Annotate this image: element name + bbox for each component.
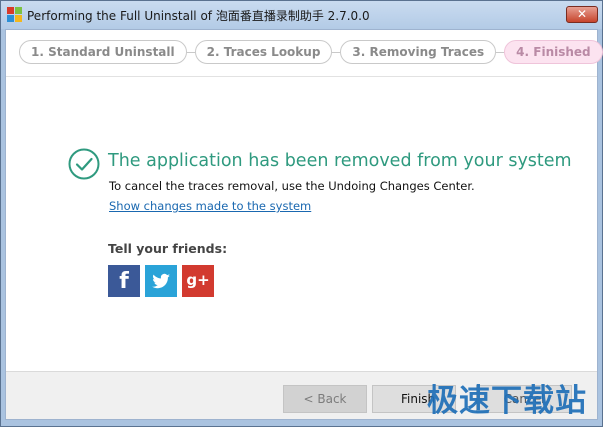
- site-watermark: 极速下载站: [427, 383, 587, 419]
- step-traces-lookup: 2. Traces Lookup: [194, 40, 333, 64]
- facebook-icon: f: [119, 269, 129, 294]
- step-standard-uninstall: 1. Standard Uninstall: [19, 40, 187, 64]
- back-button[interactable]: < Back: [283, 385, 367, 413]
- title-bar[interactable]: Performing the Full Uninstall of 泡面番直播录制…: [1, 1, 602, 29]
- undo-instruction-text: To cancel the traces removal, use the Un…: [109, 179, 475, 193]
- close-icon: ✕: [576, 7, 588, 21]
- uninstall-window: Performing the Full Uninstall of 泡面番直播录制…: [0, 0, 603, 427]
- step-finished: 4. Finished: [504, 40, 603, 64]
- close-button[interactable]: ✕: [566, 6, 598, 23]
- step-connector: [186, 51, 195, 53]
- step-removing-traces: 3. Removing Traces: [340, 40, 497, 64]
- twitter-share-button[interactable]: [145, 265, 177, 297]
- wizard-content: 1. Standard Uninstall 2. Traces Lookup 3…: [5, 29, 603, 420]
- wizard-steps: 1. Standard Uninstall 2. Traces Lookup 3…: [19, 39, 603, 65]
- show-changes-link[interactable]: Show changes made to the system: [109, 199, 311, 213]
- tell-friends-label: Tell your friends:: [108, 241, 228, 256]
- window-title: Performing the Full Uninstall of 泡面番直播录制…: [27, 9, 370, 23]
- success-headline: The application has been removed from yo…: [108, 151, 572, 171]
- google-plus-icon: g+: [186, 271, 210, 289]
- header-divider: [6, 76, 597, 77]
- google-plus-share-button[interactable]: g+: [182, 265, 214, 297]
- step-connector: [332, 51, 341, 53]
- app-icon: [7, 7, 22, 22]
- step-connector: [496, 51, 505, 53]
- twitter-icon: [152, 273, 170, 289]
- facebook-share-button[interactable]: f: [108, 265, 140, 297]
- check-circle-icon: [68, 148, 100, 180]
